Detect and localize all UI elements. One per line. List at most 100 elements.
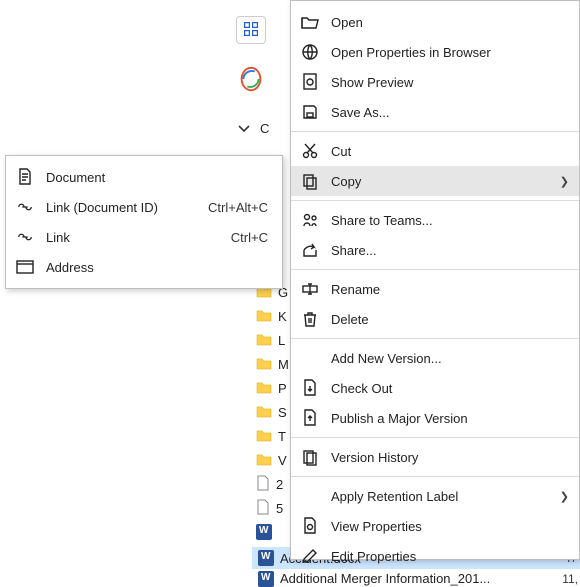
menu-item-share[interactable]: Share...	[291, 235, 579, 265]
address-icon	[16, 258, 34, 276]
menu-item-edit-properties[interactable]: Edit Properties	[291, 541, 579, 571]
file-row-label: T	[278, 429, 286, 444]
menu-item-view-properties[interactable]: View Properties	[291, 511, 579, 541]
chevron-right-icon: ❯	[560, 175, 569, 188]
link-icon	[16, 198, 34, 216]
menu-item-cut[interactable]: Cut	[291, 136, 579, 166]
menu-item-delete[interactable]: Delete	[291, 304, 579, 334]
menu-label: Edit Properties	[331, 549, 579, 564]
menu-label: Check Out	[331, 381, 579, 396]
preview-icon	[301, 73, 319, 91]
submenu-label: Document	[46, 170, 268, 185]
menu-label: Add New Version...	[331, 351, 579, 366]
menu-separator	[291, 476, 579, 477]
menu-item-version-history[interactable]: Version History	[291, 442, 579, 472]
submenu-accel: Ctrl+C	[231, 230, 282, 245]
open-icon	[301, 13, 319, 31]
folder-icon	[256, 452, 272, 469]
rename-icon	[301, 280, 319, 298]
menu-item-open-browser[interactable]: Open Properties in Browser	[291, 37, 579, 67]
publish-icon	[301, 409, 319, 427]
submenu-item-address[interactable]: Address	[6, 252, 282, 282]
blank-icon	[301, 487, 319, 505]
menu-item-publish-major[interactable]: Publish a Major Version	[291, 403, 579, 433]
grid-view-icon	[243, 21, 259, 40]
file-row-label: V	[278, 453, 287, 468]
folder-icon	[256, 332, 272, 349]
copy-icon	[301, 172, 319, 190]
submenu-label: Address	[46, 260, 268, 275]
file-meta: 11,	[562, 572, 578, 586]
menu-item-rename[interactable]: Rename	[291, 274, 579, 304]
menu-label: Open Properties in Browser	[331, 45, 579, 60]
menu-label: Share...	[331, 243, 579, 258]
menu-item-share-teams[interactable]: Share to Teams...	[291, 205, 579, 235]
file-row-label: 2	[276, 477, 283, 492]
menu-item-check-out[interactable]: Check Out	[291, 373, 579, 403]
menu-separator	[291, 131, 579, 132]
menu-label: Delete	[331, 312, 579, 327]
folder-icon	[256, 308, 272, 325]
file-row-label: 5	[276, 501, 283, 516]
globe-icon	[301, 43, 319, 61]
save-icon	[301, 103, 319, 121]
file-name: Additional Merger Information_201...	[280, 571, 490, 586]
collapse-toggle[interactable]: C	[236, 120, 269, 136]
file-row-label: M	[278, 357, 289, 372]
menu-item-copy[interactable]: Copy ❯	[291, 166, 579, 196]
word-file-icon	[256, 524, 272, 540]
folder-icon	[256, 356, 272, 373]
file-row-label: L	[278, 333, 285, 348]
link-icon	[16, 228, 34, 246]
context-menu: Open Open Properties in Browser Show Pre…	[290, 0, 580, 560]
menu-label: Show Preview	[331, 75, 579, 90]
check-out-icon	[301, 379, 319, 397]
menu-item-add-version[interactable]: Add New Version...	[291, 343, 579, 373]
delete-icon	[301, 310, 319, 328]
menu-label: Open	[331, 15, 579, 30]
submenu-item-link[interactable]: Link Ctrl+C	[6, 222, 282, 252]
menu-item-retention[interactable]: Apply Retention Label ❯	[291, 481, 579, 511]
view-properties-icon	[301, 517, 319, 535]
menu-separator	[291, 200, 579, 201]
file-row-label: S	[278, 405, 287, 420]
menu-label: View Properties	[331, 519, 579, 534]
edit-icon	[301, 547, 319, 565]
submenu-item-document[interactable]: Document	[6, 162, 282, 192]
copy-submenu: Document Link (Document ID) Ctrl+Alt+C L…	[5, 155, 283, 289]
submenu-accel: Ctrl+Alt+C	[208, 200, 282, 215]
teams-icon	[301, 211, 319, 229]
submenu-label: Link (Document ID)	[46, 200, 208, 215]
file-row-label: P	[278, 381, 287, 396]
submenu-label: Link	[46, 230, 231, 245]
menu-item-open[interactable]: Open	[291, 7, 579, 37]
blank-icon	[301, 349, 319, 367]
app-logo	[236, 64, 266, 94]
word-file-icon	[258, 571, 274, 587]
document-icon	[256, 475, 270, 494]
collapse-label: C	[260, 121, 269, 136]
menu-label: Cut	[331, 144, 579, 159]
submenu-item-link-id[interactable]: Link (Document ID) Ctrl+Alt+C	[6, 192, 282, 222]
menu-label: Apply Retention Label	[331, 489, 579, 504]
chevron-down-icon	[236, 120, 252, 136]
menu-label: Save As...	[331, 105, 579, 120]
menu-separator	[291, 437, 579, 438]
share-icon	[301, 241, 319, 259]
menu-item-show-preview[interactable]: Show Preview	[291, 67, 579, 97]
cut-icon	[301, 142, 319, 160]
folder-icon	[256, 380, 272, 397]
history-icon	[301, 448, 319, 466]
menu-label: Copy	[331, 174, 579, 189]
folder-icon	[256, 404, 272, 421]
menu-label: Rename	[331, 282, 579, 297]
word-file-icon	[258, 550, 274, 566]
menu-label: Publish a Major Version	[331, 411, 579, 426]
file-row[interactable]: Additional Merger Information_201... 11,	[252, 570, 580, 587]
menu-label: Share to Teams...	[331, 213, 579, 228]
menu-label: Version History	[331, 450, 579, 465]
document-icon	[16, 168, 34, 186]
grid-view-button[interactable]	[236, 16, 266, 44]
menu-item-save-as[interactable]: Save As...	[291, 97, 579, 127]
file-row-label: K	[278, 309, 287, 324]
